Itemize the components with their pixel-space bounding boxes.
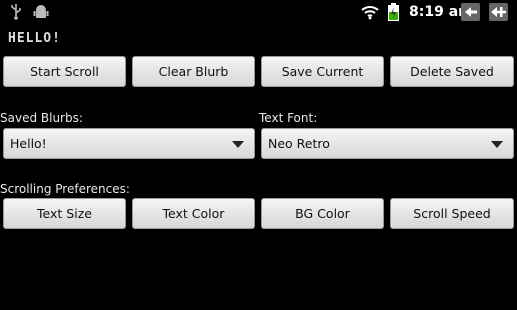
usb-icon bbox=[11, 4, 21, 20]
text-font-dropdown[interactable]: Neo Retro bbox=[261, 128, 514, 159]
delete-saved-button[interactable]: Delete Saved bbox=[390, 56, 514, 87]
text-color-button[interactable]: Text Color bbox=[132, 198, 255, 229]
saved-blurbs-dropdown[interactable]: Hello! bbox=[3, 128, 255, 159]
saved-blurbs-value: Hello! bbox=[10, 136, 47, 151]
marquee-preview: HELLO! bbox=[8, 31, 61, 46]
saved-blurbs-label: Saved Blurbs: bbox=[0, 111, 83, 125]
chevron-down-icon bbox=[232, 141, 244, 148]
scroll-speed-button[interactable]: Scroll Speed bbox=[390, 198, 514, 229]
back-icon[interactable] bbox=[461, 3, 480, 21]
bg-color-button[interactable]: BG Color bbox=[261, 198, 384, 229]
save-current-button[interactable]: Save Current bbox=[261, 56, 384, 87]
clear-blurb-button[interactable]: Clear Blurb bbox=[132, 56, 255, 87]
scrolling-preferences-label: Scrolling Preferences: bbox=[0, 182, 130, 196]
status-bar: 8:19 am bbox=[0, 0, 517, 26]
chevron-down-icon bbox=[491, 141, 503, 148]
text-font-label: Text Font: bbox=[259, 111, 318, 125]
battery-charging-icon bbox=[388, 3, 399, 21]
android-debug-icon bbox=[33, 5, 49, 18]
text-size-button[interactable]: Text Size bbox=[3, 198, 126, 229]
wifi-icon bbox=[361, 6, 379, 20]
text-font-value: Neo Retro bbox=[268, 136, 330, 151]
start-scroll-button[interactable]: Start Scroll bbox=[3, 56, 126, 87]
menu-icon[interactable] bbox=[489, 3, 508, 21]
